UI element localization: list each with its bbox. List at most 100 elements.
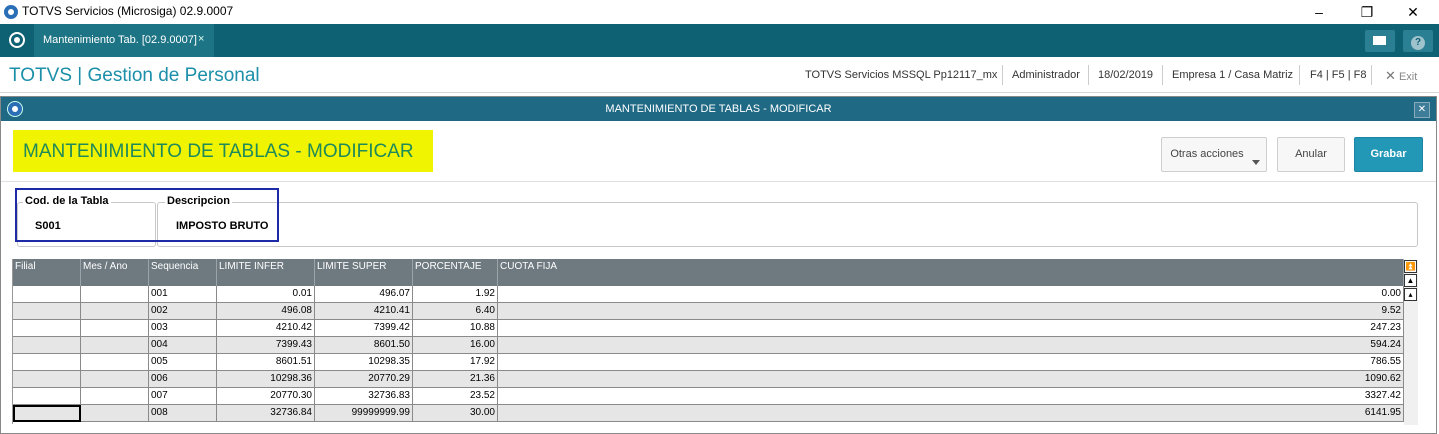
cell-cuota-fija[interactable]: 6141.95 xyxy=(498,405,1404,422)
cell-limite-super[interactable]: 8601.50 xyxy=(315,337,413,354)
table-row[interactable]: 005 8601.51 10298.35 17.92 786.55 xyxy=(13,354,1404,371)
column-header-cuota-fija[interactable]: CUOTA FIJA xyxy=(498,259,1404,286)
cell-sequencia[interactable]: 007 xyxy=(149,388,217,405)
description-value[interactable]: IMPOSTO BRUTO xyxy=(176,220,269,232)
module-header: TOTVS | Gestion de Personal TOTVS Servic… xyxy=(0,57,1439,93)
cell-porcentaje[interactable]: 1.92 xyxy=(413,286,498,303)
scroll-up-icon[interactable]: ▴ xyxy=(1404,288,1417,301)
cell-mes-ano[interactable] xyxy=(81,371,149,388)
cell-porcentaje[interactable]: 30.00 xyxy=(413,405,498,422)
data-grid: Filial Mes / Ano Sequencia LIMITE INFER … xyxy=(12,259,1404,424)
cell-cuota-fija[interactable]: 247.23 xyxy=(498,320,1404,337)
cell-limite-infer[interactable]: 4210.42 xyxy=(217,320,315,337)
shortcut-keys[interactable]: F4 | F5 | F8 xyxy=(1310,69,1366,81)
column-header-mes-ano[interactable]: Mes / Ano xyxy=(81,259,149,286)
cell-mes-ano[interactable] xyxy=(81,320,149,337)
cell-limite-infer[interactable]: 32736.84 xyxy=(217,405,315,422)
cell-limite-infer[interactable]: 10298.36 xyxy=(217,371,315,388)
cell-sequencia[interactable]: 002 xyxy=(149,303,217,320)
totvs-home-icon[interactable] xyxy=(9,32,25,48)
restore-button[interactable]: ❐ xyxy=(1347,2,1387,22)
cell-limite-infer[interactable]: 496.08 xyxy=(217,303,315,320)
table-row[interactable]: 002 496.08 4210.41 6.40 9.52 xyxy=(13,303,1404,320)
cell-sequencia[interactable]: 004 xyxy=(149,337,217,354)
cell-mes-ano[interactable] xyxy=(81,286,149,303)
scroll-top-icon[interactable]: ⏫ xyxy=(1404,260,1417,273)
cell-mes-ano[interactable] xyxy=(81,303,149,320)
header-divider xyxy=(1299,65,1300,85)
cell-cuota-fija[interactable]: 594.24 xyxy=(498,337,1404,354)
cell-cuota-fija[interactable]: 9.52 xyxy=(498,303,1404,320)
cell-mes-ano[interactable] xyxy=(81,388,149,405)
cell-sequencia[interactable]: 005 xyxy=(149,354,217,371)
cell-mes-ano[interactable] xyxy=(81,337,149,354)
exit-button[interactable]: ✕ Exit xyxy=(1385,68,1417,84)
table-row[interactable]: 001 0.01 496.07 1.92 0.00 xyxy=(13,286,1404,303)
column-header-porcentaje[interactable]: PORCENTAJE xyxy=(413,259,498,286)
column-header-filial[interactable]: Filial xyxy=(13,259,81,286)
column-header-limite-infer[interactable]: LIMITE INFER xyxy=(217,259,315,286)
server-info[interactable]: TOTVS Servicios MSSQL Pp12117_mx xyxy=(805,69,997,81)
cell-limite-infer[interactable]: 20770.30 xyxy=(217,388,315,405)
cell-filial[interactable] xyxy=(13,388,81,405)
cell-limite-super[interactable]: 32736.83 xyxy=(315,388,413,405)
cell-sequencia[interactable]: 006 xyxy=(149,371,217,388)
cell-filial[interactable] xyxy=(13,303,81,320)
tab-mantenimiento[interactable]: Mantenimiento Tab. [02.9.0007] × xyxy=(34,24,214,57)
scroll-page-up-icon[interactable]: ▲ xyxy=(1404,274,1417,287)
cell-filial[interactable] xyxy=(13,286,81,303)
cell-sequencia[interactable]: 003 xyxy=(149,320,217,337)
cell-cuota-fija[interactable]: 786.55 xyxy=(498,354,1404,371)
cell-cuota-fija[interactable]: 3327.42 xyxy=(498,388,1404,405)
totvs-logo-icon xyxy=(4,5,18,19)
cell-mes-ano[interactable] xyxy=(81,405,149,422)
cell-porcentaje[interactable]: 17.92 xyxy=(413,354,498,371)
minimize-button[interactable]: – xyxy=(1299,2,1339,22)
cell-porcentaje[interactable]: 10.88 xyxy=(413,320,498,337)
table-row[interactable]: 007 20770.30 32736.83 23.52 3327.42 xyxy=(13,388,1404,405)
cell-limite-super[interactable]: 7399.42 xyxy=(315,320,413,337)
cell-limite-super[interactable]: 496.07 xyxy=(315,286,413,303)
grid-scrollbar[interactable]: ⏫ ▲ ▴ xyxy=(1404,260,1418,425)
cell-limite-super[interactable]: 10298.35 xyxy=(315,354,413,371)
table-code-value[interactable]: S001 xyxy=(35,220,61,232)
cell-porcentaje[interactable]: 21.36 xyxy=(413,371,498,388)
mail-icon[interactable] xyxy=(1365,30,1395,52)
table-row[interactable]: 006 10298.36 20770.29 21.36 1090.62 xyxy=(13,371,1404,388)
cell-porcentaje[interactable]: 16.00 xyxy=(413,337,498,354)
other-actions-button[interactable]: Otras acciones xyxy=(1161,137,1267,172)
cell-filial[interactable] xyxy=(13,337,81,354)
table-row[interactable]: 003 4210.42 7399.42 10.88 247.23 xyxy=(13,320,1404,337)
cell-limite-super[interactable]: 4210.41 xyxy=(315,303,413,320)
cell-sequencia[interactable]: 008 xyxy=(149,405,217,422)
help-icon[interactable]: ? xyxy=(1403,30,1433,52)
cell-limite-infer[interactable]: 0.01 xyxy=(217,286,315,303)
cell-sequencia[interactable]: 001 xyxy=(149,286,217,303)
cell-limite-infer[interactable]: 8601.51 xyxy=(217,354,315,371)
cell-cuota-fija[interactable]: 1090.62 xyxy=(498,371,1404,388)
save-button[interactable]: Grabar xyxy=(1354,137,1423,172)
tab-close-icon[interactable]: × xyxy=(198,33,204,45)
cell-cuota-fija[interactable]: 0.00 xyxy=(498,286,1404,303)
company-info[interactable]: Empresa 1 / Casa Matriz xyxy=(1172,69,1293,81)
table-code-label: Cod. de la Tabla xyxy=(23,195,111,207)
cell-porcentaje[interactable]: 23.52 xyxy=(413,388,498,405)
cell-filial[interactable] xyxy=(13,354,81,371)
cell-limite-super[interactable]: 20770.29 xyxy=(315,371,413,388)
dialog-close-icon[interactable]: ✕ xyxy=(1414,102,1430,118)
user-info[interactable]: Administrador xyxy=(1012,69,1080,81)
cell-filial[interactable] xyxy=(13,371,81,388)
column-header-limite-super[interactable]: LIMITE SUPER xyxy=(315,259,413,286)
date-info[interactable]: 18/02/2019 xyxy=(1098,69,1153,81)
table-row[interactable]: 008 32736.84 99999999.99 30.00 6141.95 xyxy=(13,405,1404,422)
cell-mes-ano[interactable] xyxy=(81,354,149,371)
close-window-button[interactable]: ✕ xyxy=(1393,2,1433,22)
cell-filial[interactable] xyxy=(13,405,81,422)
column-header-sequencia[interactable]: Sequencia xyxy=(149,259,217,286)
table-row[interactable]: 004 7399.43 8601.50 16.00 594.24 xyxy=(13,337,1404,354)
cell-limite-infer[interactable]: 7399.43 xyxy=(217,337,315,354)
cancel-button[interactable]: Anular xyxy=(1277,137,1345,172)
cell-limite-super[interactable]: 99999999.99 xyxy=(315,405,413,422)
cell-porcentaje[interactable]: 6.40 xyxy=(413,303,498,320)
cell-filial[interactable] xyxy=(13,320,81,337)
